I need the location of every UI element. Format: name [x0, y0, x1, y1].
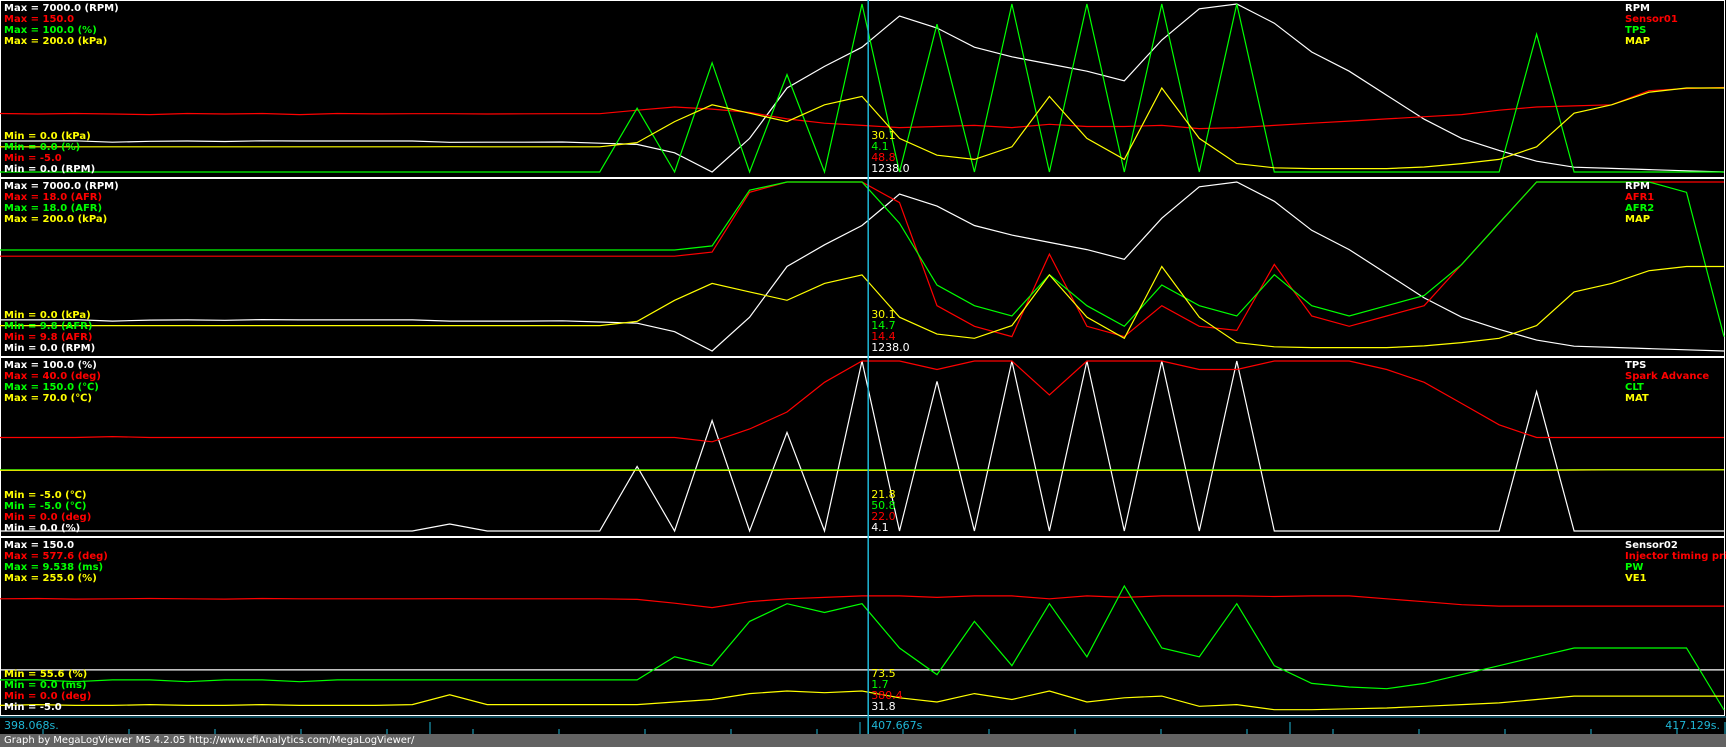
panel-2-min-label-4: Min = 0.0 (RPM): [4, 343, 95, 354]
panel-3-min-label-2: Min = -5.0 (℃): [4, 501, 86, 512]
panel-2-legend-3: AFR2: [1625, 203, 1654, 214]
panel-2-max-label-1: Max = 7000.0 (RPM): [4, 181, 119, 192]
panel-2-legend-2: AFR1: [1625, 192, 1654, 203]
panel-4-max-label-2: Max = 577.6 (deg): [4, 551, 108, 562]
panel-4-max-label-3: Max = 9.538 (ms): [4, 562, 103, 573]
panel-3-series-tps-line: [0, 360, 1724, 534]
panel-3-max-label-4: Max = 70.0 (℃): [4, 393, 92, 404]
panel-1-legend-3: TPS: [1625, 25, 1646, 36]
timeline-end-label: 417.129s.: [1665, 719, 1720, 732]
panel-2-legend-1: RPM: [1625, 181, 1650, 192]
panel-2-series-afr1-line: [0, 181, 1724, 338]
panel-4-min-label-3: Min = 0.0 (deg): [4, 691, 91, 702]
panel-2-max-label-2: Max = 18.0 (AFR): [4, 192, 102, 203]
megalog-chart[interactable]: Max = 7000.0 (RPM)Max = 150.0Max = 100.0…: [0, 0, 1726, 734]
panel-1-frame: [0, 0, 1725, 178]
panel-4-series-injector-timing-pri-line: [0, 595, 1724, 609]
panel-1-series-map-line: [0, 86, 1724, 170]
panel-4-legend-1: Sensor02: [1625, 540, 1678, 551]
panel-1-max-label-2: Max = 150.0: [4, 14, 74, 25]
panel-3-legend-2: Spark Advance: [1625, 371, 1709, 382]
panel-4-legend-3: PW: [1625, 562, 1643, 573]
panel-2-min-label-3: Min = 9.8 (AFR): [4, 332, 92, 343]
panel-3-max-label-3: Max = 150.0 (℃): [4, 382, 99, 393]
panel-3-min-label-4: Min = 0.0 (%): [4, 523, 80, 534]
panel-1-max-label-1: Max = 7000.0 (RPM): [4, 3, 119, 14]
panel-2-series-afr2-line: [0, 181, 1725, 337]
panel-4-max-label-1: Max = 150.0: [4, 540, 74, 551]
panel-3-series-mat-line: [0, 469, 1724, 471]
timeline-start-label: 398.068s.: [4, 719, 59, 732]
panel-3-legend-1: TPS: [1625, 360, 1646, 371]
panel-4-cursor-value-4: 31.8: [871, 700, 896, 713]
panel-4-series-ve1-line: [0, 690, 1724, 711]
panel-2-min-label-1: Min = 0.0 (kPa): [4, 310, 91, 321]
panel-1-series-sensor01-line: [0, 86, 1725, 130]
panel-1-legend-4: MAP: [1625, 36, 1650, 47]
panel-2-max-label-3: Max = 18.0 (AFR): [4, 203, 102, 214]
panel-3-legend-4: MAT: [1625, 393, 1649, 404]
panel-3-legend-3: CLT: [1625, 382, 1644, 393]
panel-3-frame: [0, 357, 1725, 537]
panel-1-min-label-2: Min = 0.0 (%): [4, 142, 80, 153]
panel-1-min-label-1: Min = 0.0 (kPa): [4, 131, 91, 142]
panel-3-cursor-value-4: 4.1: [871, 521, 889, 534]
panel-4-legend-2: Injector timing pri: [1625, 551, 1726, 562]
panel-2-legend-4: MAP: [1625, 214, 1650, 225]
panel-3-min-label-1: Min = -5.0 (℃): [4, 490, 86, 501]
panel-2-max-label-4: Max = 200.0 (kPa): [4, 214, 107, 225]
panel-3-series-spark-advance-line: [0, 360, 1724, 443]
panel-1-max-label-4: Max = 200.0 (kPa): [4, 36, 107, 47]
panel-2-cursor-value-4: 1238.0: [871, 341, 910, 354]
footer-credit: Graph by MegaLogViewer MS 4.2.05 http://…: [0, 734, 1726, 747]
panel-4-max-label-4: Max = 255.0 (%): [4, 573, 97, 584]
panel-1-min-label-4: Min = 0.0 (RPM): [4, 164, 95, 175]
panel-1-cursor-value-4: 1238.0: [871, 162, 910, 175]
panel-3-max-label-2: Max = 40.0 (deg): [4, 371, 101, 382]
timeline-cursor-label: 407.667s: [871, 719, 922, 732]
panel-2-frame: [0, 178, 1725, 357]
panel-1-legend-1: RPM: [1625, 3, 1650, 14]
panel-4-legend-4: VE1: [1625, 573, 1647, 584]
panel-1-min-label-3: Min = -5.0: [4, 153, 62, 164]
panel-1-max-label-3: Max = 100.0 (%): [4, 25, 97, 36]
panel-3-min-label-3: Min = 0.0 (deg): [4, 512, 91, 523]
panel-4-min-label-2: Min = 0.0 (ms): [4, 680, 87, 691]
panel-4-min-label-4: Min = -5.0: [4, 702, 62, 713]
panel-2-series-map-line: [0, 265, 1724, 349]
panel-1-legend-2: Sensor01: [1625, 14, 1678, 25]
panel-2-min-label-2: Min = 9.8 (AFR): [4, 321, 92, 332]
panel-4-frame: [0, 537, 1725, 716]
panel-3-max-label-1: Max = 100.0 (%): [4, 360, 97, 371]
panel-4-min-label-1: Min = 55.6 (%): [4, 669, 87, 680]
